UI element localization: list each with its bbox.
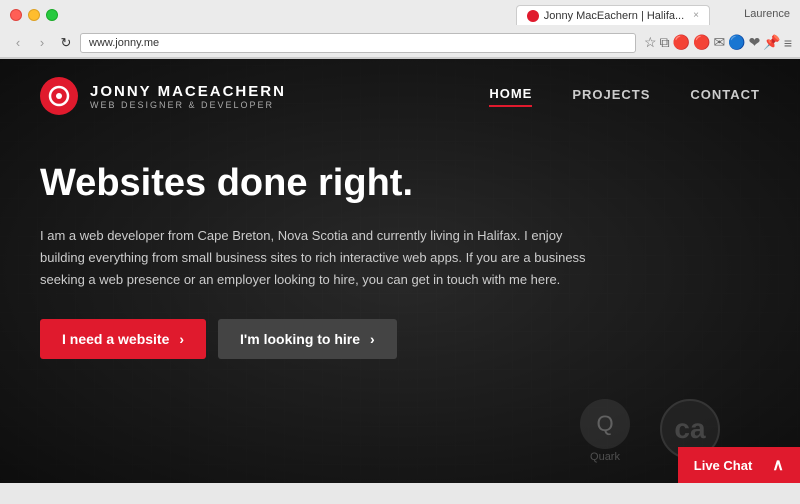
nav-home[interactable]: HOME	[489, 86, 532, 107]
browser-toolbar: ‹ › ↻ www.jonny.me ☆ ⧉ 🔴 🔴 ✉ 🔵 ❤ 📌 ≡	[0, 28, 800, 58]
refresh-button[interactable]: ↻	[56, 33, 76, 53]
looking-to-hire-button[interactable]: I'm looking to hire ›	[218, 319, 397, 359]
logo-subtitle: WEB DESIGNER & DEVELOPER	[90, 100, 286, 110]
back-button[interactable]: ‹	[8, 33, 28, 53]
hero-buttons: I need a website › I'm looking to hire ›	[40, 319, 760, 359]
live-chat-label: Live Chat	[694, 458, 753, 473]
nav-projects[interactable]: PROJECTS	[572, 87, 650, 106]
address-text: www.jonny.me	[89, 37, 159, 49]
maximize-button[interactable]	[46, 9, 58, 21]
site-nav: JONNY MACEACHERN WEB DESIGNER & DEVELOPE…	[0, 59, 800, 133]
need-website-button[interactable]: I need a website ›	[40, 319, 206, 359]
logo: JONNY MACEACHERN WEB DESIGNER & DEVELOPE…	[40, 77, 286, 115]
nav-links: HOME PROJECTS CONTACT	[489, 86, 760, 107]
extension-icon-1[interactable]: 🔴	[673, 34, 690, 51]
extension-icon-6[interactable]: 📌	[763, 34, 780, 51]
bookmark-icon[interactable]: ☆	[644, 34, 657, 51]
tab-title: Jonny MacEachern | Halifa...	[544, 10, 684, 22]
tab-close-icon[interactable]: ×	[693, 10, 699, 21]
website-container: JONNY MACEACHERN WEB DESIGNER & DEVELOPE…	[0, 59, 800, 483]
hero-title: Websites done right.	[40, 163, 760, 205]
quark-icon: Q	[580, 399, 630, 449]
btn-secondary-label: I'm looking to hire	[240, 331, 360, 347]
live-chat-chevron-icon: ∧	[772, 455, 784, 475]
quark-text: Quark	[590, 451, 620, 463]
toolbar-icons: ☆ ⧉ 🔴 🔴 ✉ 🔵 ❤ 📌 ≡	[644, 34, 792, 51]
close-button[interactable]	[10, 9, 22, 21]
logo-icon	[40, 77, 78, 115]
browser-tab[interactable]: Jonny MacEachern | Halifa... ×	[516, 5, 710, 25]
minimize-button[interactable]	[28, 9, 40, 21]
user-name: Laurence	[744, 8, 790, 20]
layers-icon[interactable]: ⧉	[660, 34, 670, 51]
hero-section: Websites done right. I am a web develope…	[0, 133, 800, 389]
btn-primary-arrow: ›	[179, 331, 184, 347]
logo-svg	[48, 85, 70, 107]
extension-icon-5[interactable]: ❤	[749, 34, 761, 51]
btn-secondary-arrow: ›	[370, 331, 375, 347]
hero-description: I am a web developer from Cape Breton, N…	[40, 225, 600, 291]
window-controls	[10, 9, 58, 21]
quark-logo: Q Quark	[580, 399, 630, 463]
address-bar[interactable]: www.jonny.me	[80, 33, 636, 53]
extension-icon-4[interactable]: 🔵	[728, 34, 745, 51]
tab-favicon	[527, 10, 539, 22]
logo-name: JONNY MACEACHERN	[90, 83, 286, 100]
live-chat-widget[interactable]: Live Chat ∧	[678, 447, 800, 483]
nav-contact[interactable]: CONTACT	[690, 87, 760, 106]
menu-icon[interactable]: ≡	[784, 35, 792, 51]
forward-button[interactable]: ›	[32, 33, 52, 53]
extension-icon-3[interactable]: ✉	[713, 34, 725, 51]
btn-primary-label: I need a website	[62, 331, 169, 347]
extension-icon-2[interactable]: 🔴	[693, 34, 710, 51]
logo-text: JONNY MACEACHERN WEB DESIGNER & DEVELOPE…	[90, 83, 286, 110]
